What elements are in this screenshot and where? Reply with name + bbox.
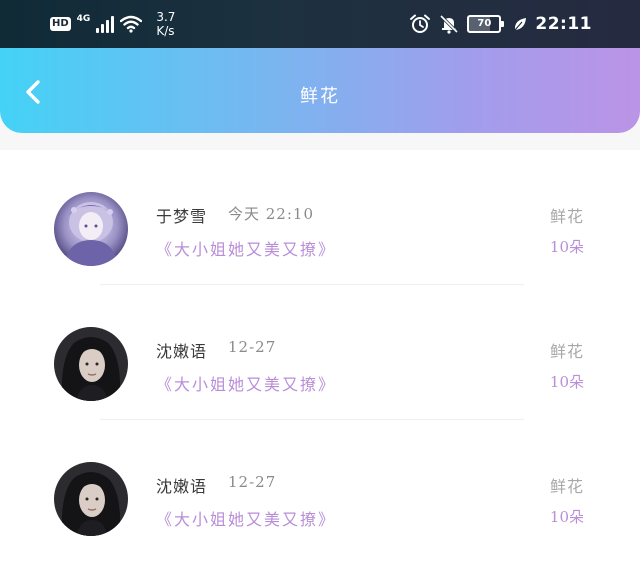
gift-type: 鲜花 <box>549 477 584 496</box>
sender-name: 于梦雪 <box>156 207 208 226</box>
sender-name: 沈嫩语 <box>156 342 208 361</box>
gift-type: 鲜花 <box>549 342 584 361</box>
gift-count: 10朵 <box>549 508 584 526</box>
mute-bell-icon <box>440 14 459 34</box>
book-title[interactable]: 《大小姐她又美又撩》 <box>156 506 336 530</box>
network-speed-unit: K/s <box>156 24 175 38</box>
network-type-label: 4G <box>76 14 91 24</box>
network-speed-value: 3.7 <box>156 10 176 24</box>
battery-icon: 70 <box>467 15 505 33</box>
list-item[interactable]: 沈嫩语 12-27 《大小姐她又美又撩》 鲜花 10朵 <box>0 285 640 420</box>
gift-type: 鲜花 <box>549 207 584 226</box>
page-title: 鲜花 <box>300 86 340 107</box>
hd-badge: HD <box>50 17 71 31</box>
send-time: 今天 22:10 <box>228 205 314 223</box>
gift-count: 10朵 <box>549 238 584 256</box>
send-time: 12-27 <box>228 473 277 491</box>
status-bar-left: HD 4G 3.7 K/s <box>50 8 175 40</box>
page-header: 鲜花 <box>0 48 640 133</box>
list-item[interactable]: 于梦雪 今天 22:10 《大小姐她又美又撩》 鲜花 10朵 <box>0 150 640 285</box>
gift-count: 10朵 <box>549 373 584 391</box>
battery-level: 70 <box>477 18 492 29</box>
send-time: 12-27 <box>228 338 277 356</box>
book-title[interactable]: 《大小姐她又美又撩》 <box>156 236 336 260</box>
book-title[interactable]: 《大小姐她又美又撩》 <box>156 371 336 395</box>
signal-icon <box>96 15 115 33</box>
wifi-icon <box>120 15 143 33</box>
status-bar-right: 70 22:11 <box>409 8 592 40</box>
avatar[interactable] <box>54 192 128 266</box>
status-bar: HD 4G 3.7 K/s 70 22:11 <box>0 0 640 48</box>
sender-name: 沈嫩语 <box>156 477 208 496</box>
leaf-icon <box>514 18 527 31</box>
list-item[interactable]: 沈嫩语 12-27 《大小姐她又美又撩》 鲜花 10朵 <box>0 420 640 555</box>
status-bar-clock: 22:11 <box>535 14 592 34</box>
alarm-icon <box>410 14 431 33</box>
gift-record-list: 于梦雪 今天 22:10 《大小姐她又美又撩》 鲜花 10朵 沈嫩语 12-27… <box>0 150 640 568</box>
avatar[interactable] <box>54 462 128 536</box>
network-speed: 3.7 K/s <box>156 10 175 38</box>
avatar[interactable] <box>54 327 128 401</box>
